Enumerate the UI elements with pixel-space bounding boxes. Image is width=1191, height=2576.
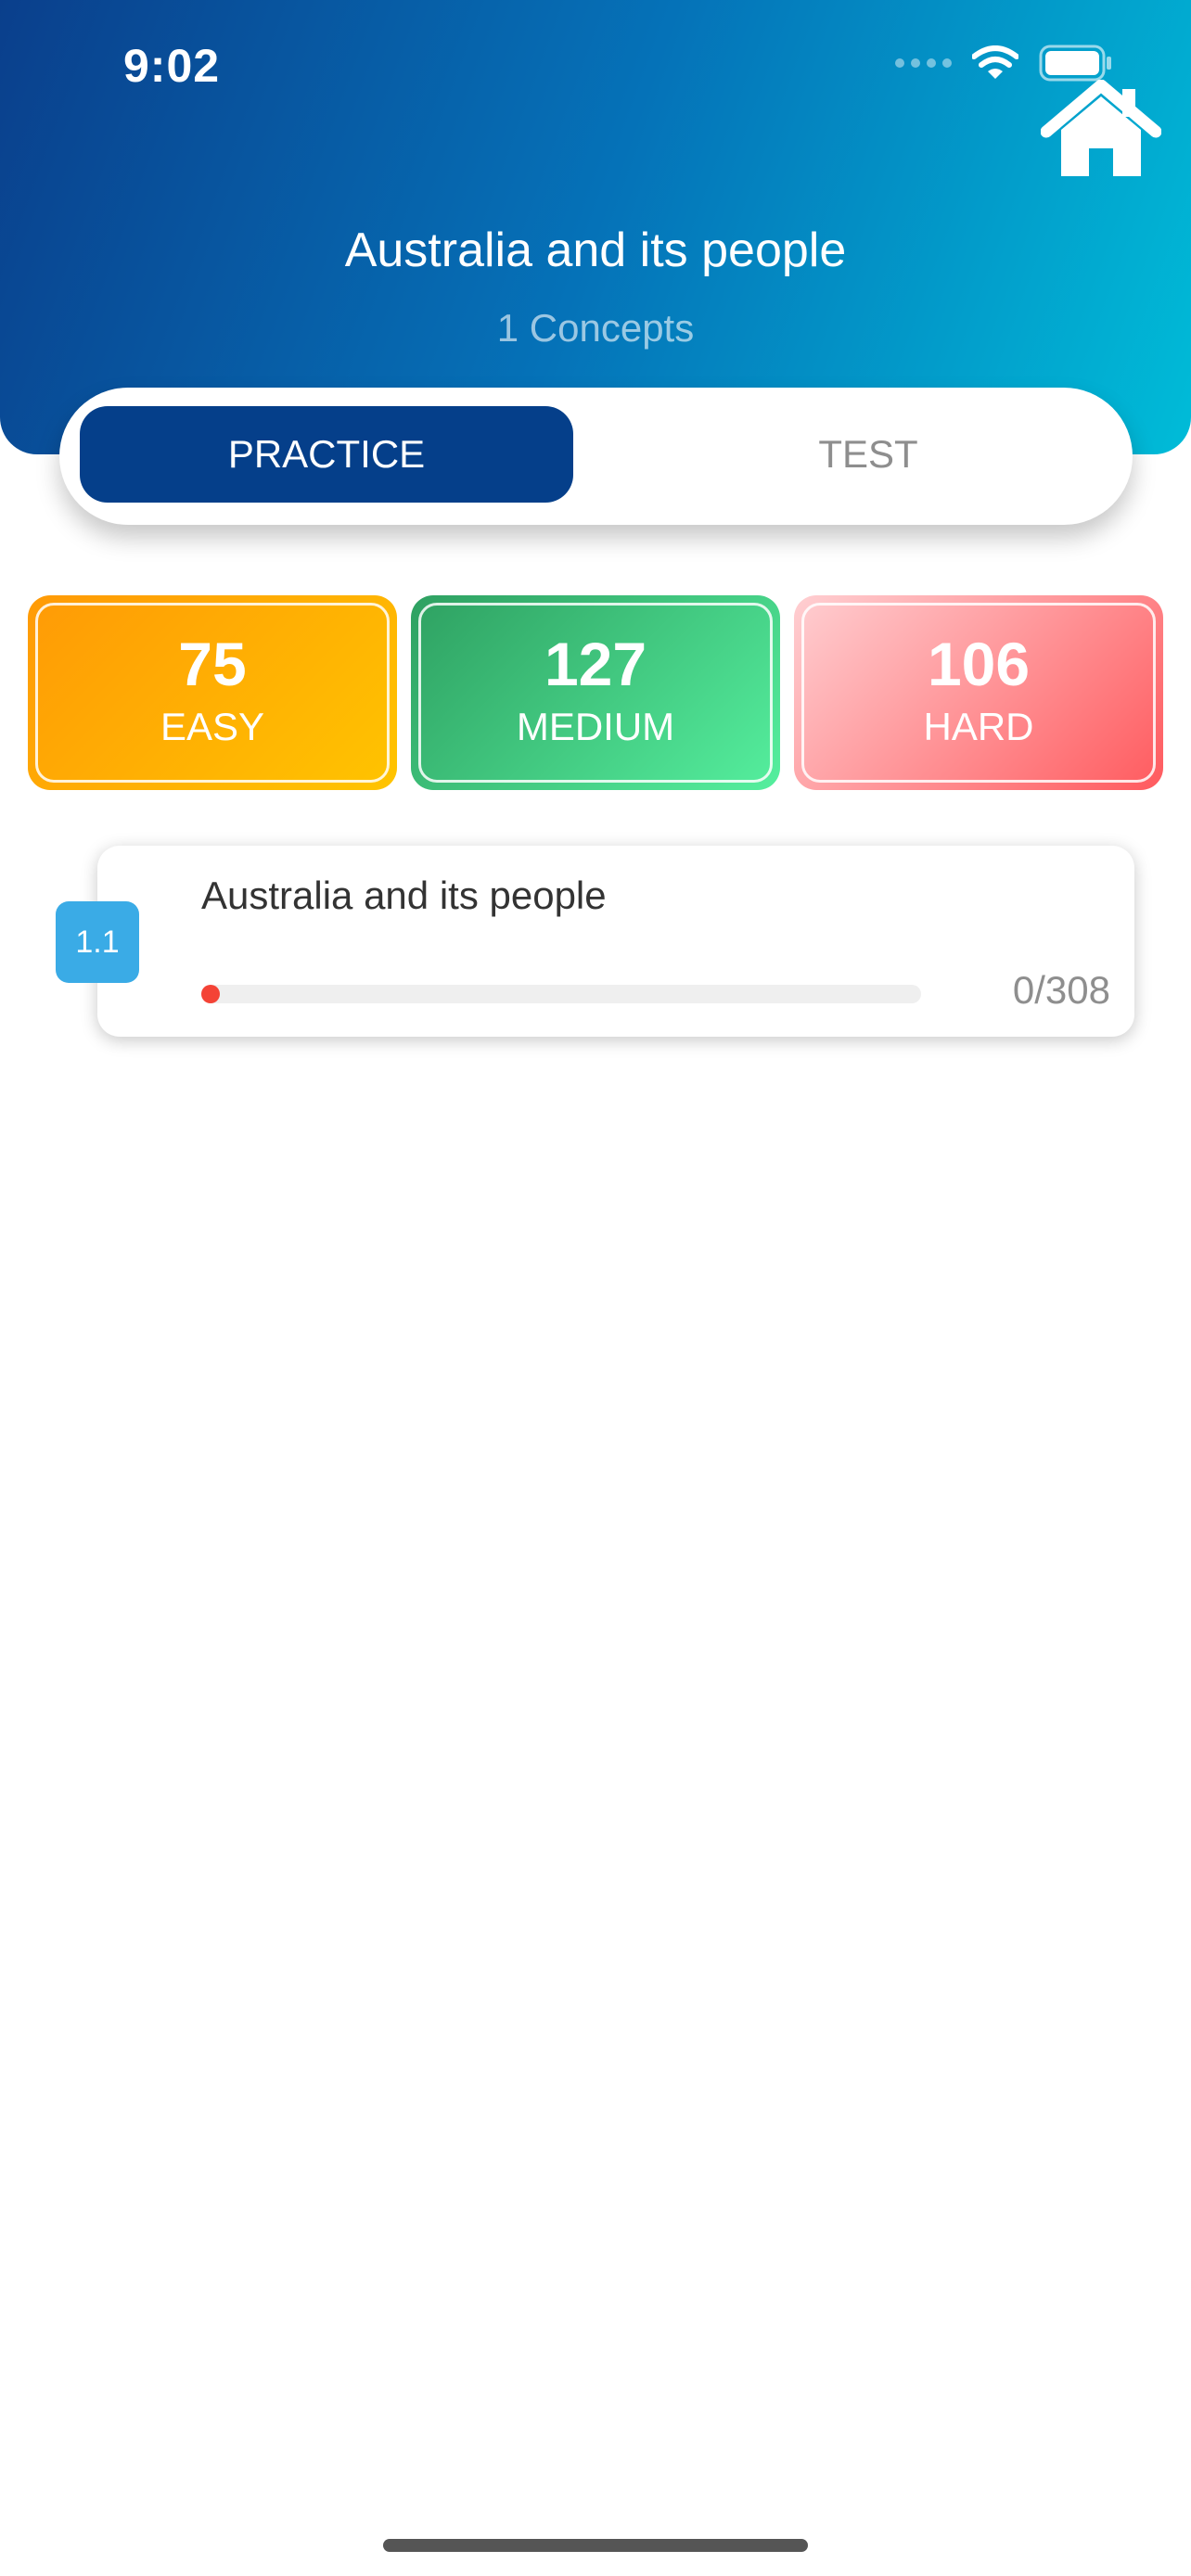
concept-number-badge: 1.1	[56, 901, 139, 983]
screen: 9:02 Australia and its people 1 Concepts…	[0, 0, 1191, 2576]
medium-label: MEDIUM	[516, 705, 675, 748]
concept-title: Australia and its people	[201, 874, 607, 917]
mode-switch: PRACTICE TEST	[59, 388, 1133, 525]
hard-card[interactable]: 106 HARD	[794, 595, 1163, 790]
status-icons	[895, 45, 1113, 82]
easy-card[interactable]: 75 EASY	[28, 595, 397, 790]
home-button[interactable]	[1040, 79, 1162, 182]
medium-card[interactable]: 127 MEDIUM	[411, 595, 780, 790]
medium-count: 127	[544, 630, 647, 698]
home-indicator	[383, 2539, 808, 2552]
home-icon	[1040, 79, 1162, 176]
wifi-icon	[972, 45, 1018, 79]
progress-fill	[201, 985, 220, 1003]
concept-count: 1 Concepts	[496, 306, 695, 350]
signal-icon	[895, 58, 952, 68]
tab-practice[interactable]: PRACTICE	[80, 406, 573, 503]
concept-item[interactable]: Australia and its people 0/308	[97, 846, 1134, 1037]
page-title: Australia and its people	[344, 223, 847, 277]
progress-bar	[201, 985, 921, 1003]
tab-test[interactable]: TEST	[621, 406, 1115, 503]
header: 9:02 Australia and its people 1 Concepts	[0, 0, 1191, 454]
easy-count: 75	[178, 630, 247, 698]
battery-icon	[1039, 45, 1111, 82]
status-time: 9:02	[123, 40, 221, 92]
hard-label: HARD	[923, 705, 1034, 748]
easy-label: EASY	[160, 705, 265, 748]
hard-count: 106	[927, 630, 1031, 698]
progress-count: 0/308	[1012, 968, 1110, 1012]
